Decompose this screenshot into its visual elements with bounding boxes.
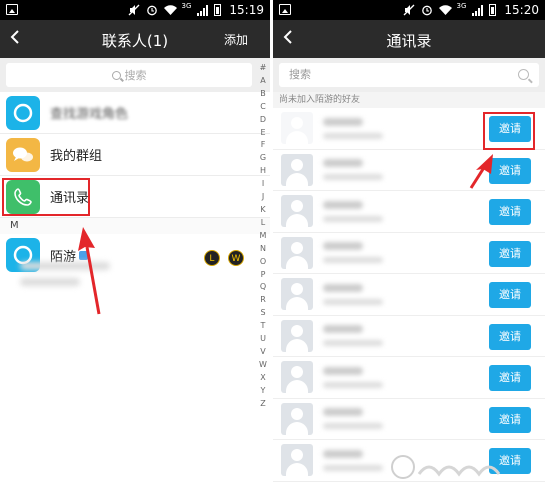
index-letter[interactable]: D	[258, 114, 268, 127]
index-letter[interactable]: Z	[258, 398, 268, 411]
wow-game-icon: W	[228, 250, 244, 266]
image-icon	[279, 4, 291, 15]
page-title: 通讯录	[386, 32, 432, 50]
index-letter[interactable]: V	[258, 346, 268, 359]
invite-highlight-box	[483, 112, 535, 150]
network-type: 3G	[456, 2, 467, 10]
index-letter[interactable]: Q	[258, 281, 268, 294]
battery-icon	[489, 4, 497, 16]
index-letter[interactable]: L	[258, 217, 268, 230]
friend-list: 邀请 邀请 邀请 邀请 邀请 邀请 邀请 邀请 邀请	[273, 108, 545, 482]
default-avatar-icon	[281, 361, 313, 394]
watermark-logo	[391, 455, 501, 479]
wifi-icon	[163, 4, 177, 16]
invite-button[interactable]: 邀请	[489, 199, 531, 225]
left-screen: 3G 15:19 联系人(1) 添加 搜索 查找游戏角色 我的群组 通讯录 M …	[0, 0, 270, 488]
contacts-highlight-box	[2, 178, 90, 216]
search-placeholder: 搜索	[289, 68, 311, 81]
invite-button[interactable]: 邀请	[489, 323, 531, 350]
alphabet-index[interactable]: # A B C D E F G H I J K L M N O P Q R S T U V W X Y Z	[258, 62, 268, 410]
index-letter[interactable]: K	[258, 204, 268, 217]
image-icon	[6, 4, 18, 15]
index-letter[interactable]: H	[258, 165, 268, 178]
invite-button[interactable]: 邀请	[489, 406, 531, 433]
default-avatar-icon	[281, 236, 313, 269]
index-letter[interactable]: E	[258, 127, 268, 140]
default-avatar-icon	[281, 444, 313, 477]
friend-row: 邀请	[273, 399, 545, 440]
search-input[interactable]: 搜索	[6, 63, 252, 87]
index-letter[interactable]: T	[258, 320, 268, 333]
index-letter[interactable]: U	[258, 333, 268, 346]
index-letter[interactable]: I	[258, 178, 268, 191]
invite-button[interactable]: 邀请	[489, 240, 531, 267]
search-bar: 搜索	[273, 58, 545, 92]
search-placeholder: 搜索	[124, 69, 147, 82]
friend-row: 邀请	[273, 150, 545, 191]
index-letter[interactable]: O	[258, 256, 268, 269]
index-letter[interactable]: W	[258, 359, 268, 372]
alarm-icon	[421, 4, 433, 16]
invite-button[interactable]: 邀请	[489, 282, 531, 308]
mute-icon	[128, 4, 140, 16]
search-input[interactable]: 搜索	[279, 63, 539, 87]
friend-row: 邀请	[273, 274, 545, 316]
friend-row: 邀请	[273, 357, 545, 399]
add-button[interactable]: 添加	[224, 31, 248, 48]
list-item-my-groups[interactable]: 我的群组	[0, 134, 270, 176]
battery-icon	[214, 4, 222, 16]
status-time: 15:20	[504, 3, 539, 17]
default-avatar-icon	[281, 195, 313, 228]
status-time: 15:19	[229, 3, 264, 17]
index-letter[interactable]: A	[258, 75, 268, 88]
index-letter[interactable]: P	[258, 269, 268, 282]
status-bar: 3G 15:20	[273, 0, 545, 20]
network-type: 3G	[181, 2, 192, 10]
index-letter[interactable]: C	[258, 101, 268, 114]
index-letter[interactable]: B	[258, 88, 268, 101]
red-arrow-icon	[469, 154, 493, 189]
section-header-m: M	[0, 218, 270, 234]
red-arrow-icon	[78, 227, 101, 315]
lol-game-icon: L	[203, 250, 220, 266]
search-icon	[111, 70, 121, 80]
game-role-icon	[6, 95, 40, 130]
index-letter[interactable]: Y	[258, 385, 268, 398]
index-letter[interactable]: R	[258, 294, 268, 307]
list-item-label: 我的群组	[50, 149, 103, 164]
search-bar: 搜索	[0, 58, 270, 92]
list-item-label: 查找游戏角色	[50, 107, 129, 122]
friend-row: 邀请	[273, 233, 545, 274]
default-avatar-icon	[281, 319, 313, 352]
right-screen: 3G 15:20 通讯录 搜索 尚未加入陌游的好友 邀请 邀请 邀请 邀请 邀请 邀请 邀请…	[273, 0, 545, 488]
friend-row: 邀请	[273, 191, 545, 233]
status-bar: 3G 15:19	[0, 0, 270, 20]
alarm-icon	[146, 4, 158, 16]
search-icon	[518, 69, 529, 80]
index-letter[interactable]: J	[258, 191, 268, 204]
index-letter[interactable]: F	[258, 139, 268, 152]
section-hint: 尚未加入陌游的好友	[273, 92, 545, 108]
index-letter[interactable]: M	[258, 230, 268, 243]
default-avatar-icon	[281, 402, 313, 435]
nav-bar: 联系人(1) 添加	[0, 20, 270, 58]
index-letter[interactable]: N	[258, 243, 268, 256]
mute-icon	[403, 4, 415, 16]
invite-button[interactable]: 邀请	[489, 365, 531, 391]
friend-row: 邀请	[273, 316, 545, 357]
nav-bar: 通讯录	[273, 20, 545, 58]
index-letter[interactable]: S	[258, 307, 268, 320]
index-letter[interactable]: G	[258, 152, 268, 165]
signal-icon	[472, 4, 484, 16]
signal-icon	[197, 4, 209, 16]
default-avatar-icon	[281, 112, 313, 145]
wifi-icon	[438, 4, 452, 16]
default-avatar-icon	[281, 153, 313, 186]
default-avatar-icon	[281, 278, 313, 311]
index-letter[interactable]: #	[258, 62, 268, 75]
list-item-find-game-role[interactable]: 查找游戏角色	[0, 92, 270, 134]
index-letter[interactable]: X	[258, 372, 268, 385]
group-chat-icon	[6, 137, 40, 172]
